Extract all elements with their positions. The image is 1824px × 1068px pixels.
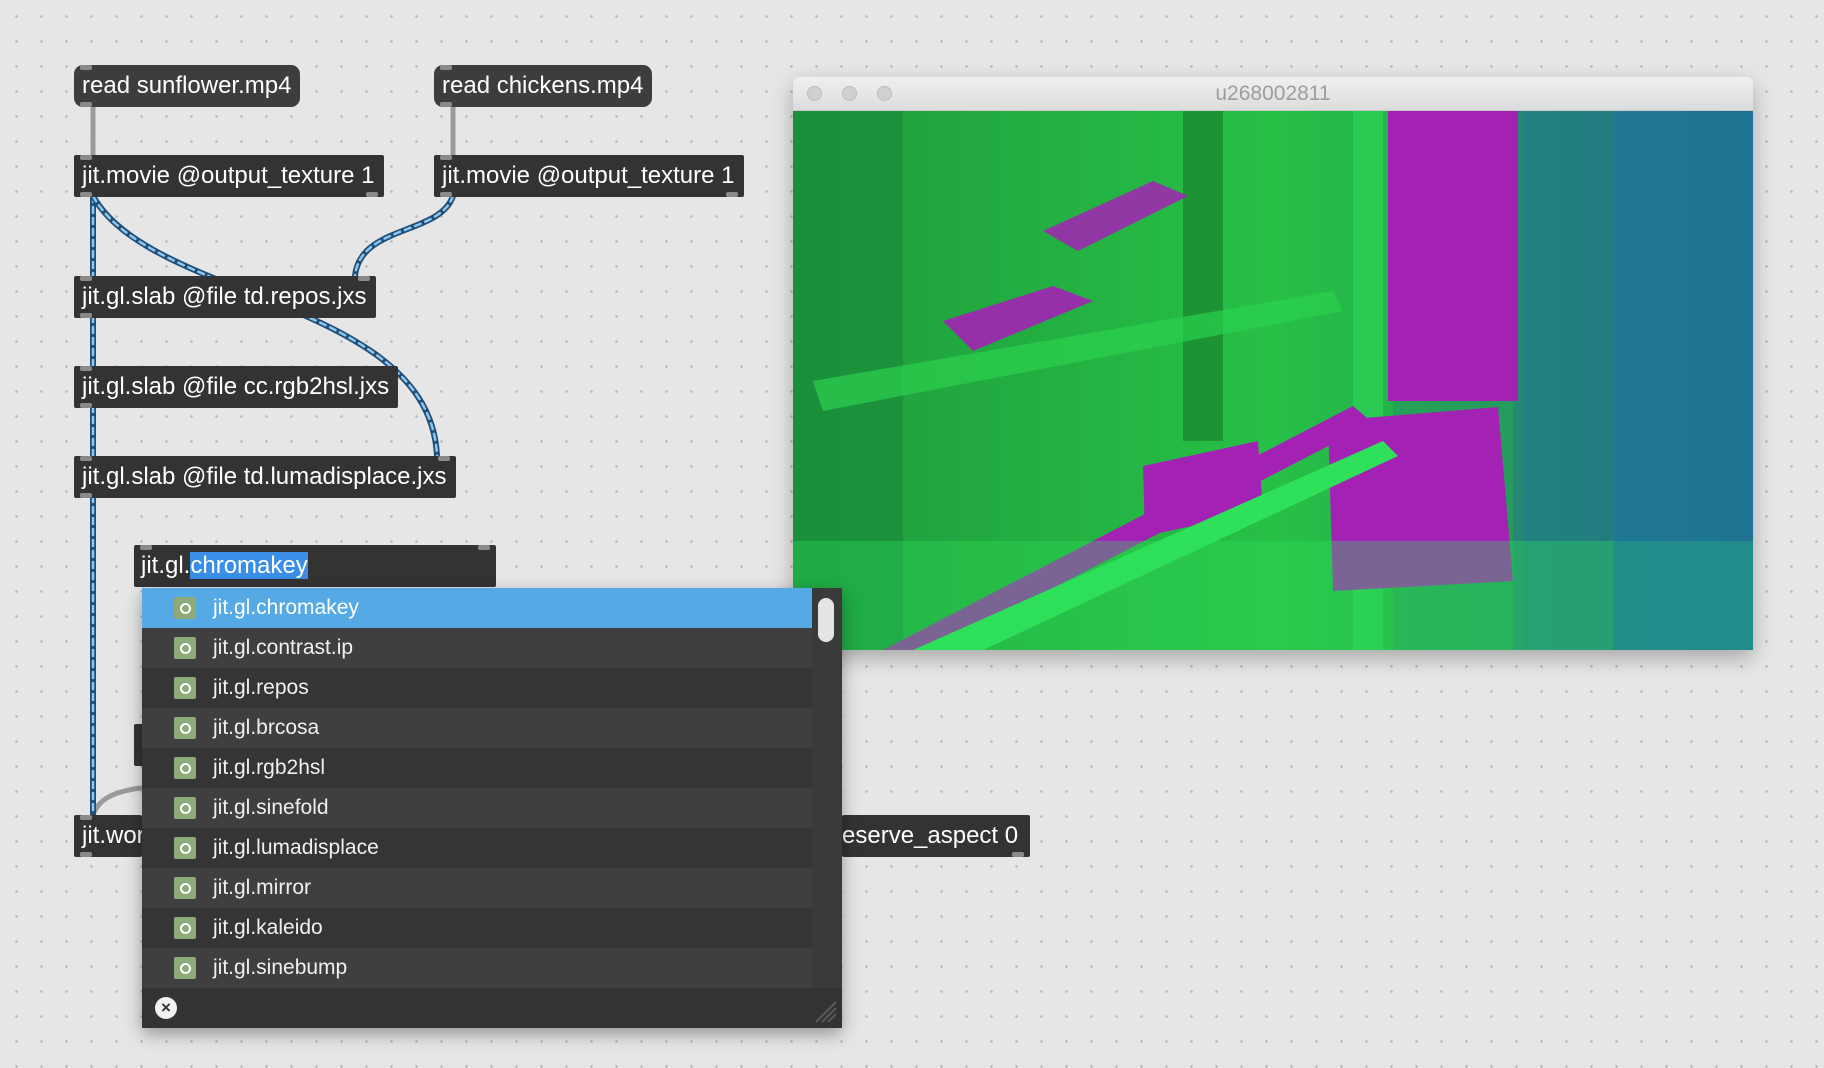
outlet[interactable] — [80, 493, 92, 498]
object-label: jit.gl.slab @file cc.rgb2hsl.jxs — [82, 373, 390, 400]
inlet[interactable] — [80, 815, 92, 820]
autocomplete-item[interactable]: jit.gl.rgb2hsl — [142, 748, 812, 788]
item-label: jit.gl.chromakey — [213, 596, 359, 619]
autocomplete-item[interactable]: jit.gl.chromakey — [142, 588, 812, 628]
object-label: jit.movie @output_texture 1 — [82, 162, 375, 189]
object-jit-world-left[interactable]: jit.wor — [74, 815, 142, 857]
autocomplete-popup[interactable]: jit.gl.chromakey jit.gl.contrast.ip jit.… — [142, 588, 842, 1028]
object-being-edited[interactable]: jit.gl.chromakey — [134, 545, 496, 587]
object-jit-movie-2[interactable]: jit.movie @output_texture 1 — [434, 155, 744, 197]
message-read-sunflower[interactable]: read sunflower.mp4 — [74, 65, 300, 107]
inlet[interactable] — [80, 366, 92, 371]
message-label: read chickens.mp4 — [442, 72, 644, 99]
object-jit-world-right[interactable]: eserve_aspect 0 — [842, 815, 1030, 857]
autocomplete-item[interactable]: jit.gl.sinebump — [142, 948, 812, 988]
item-label: jit.gl.contrast.ip — [213, 636, 354, 659]
object-icon — [174, 957, 196, 979]
object-icon — [174, 597, 196, 619]
outlet[interactable] — [80, 403, 92, 408]
object-slab-lumadisplace[interactable]: jit.gl.slab @file td.lumadisplace.jxs — [74, 456, 456, 498]
message-label: read sunflower.mp4 — [82, 72, 292, 99]
message-read-chickens[interactable]: read chickens.mp4 — [434, 65, 652, 107]
autocomplete-list[interactable]: jit.gl.chromakey jit.gl.contrast.ip jit.… — [142, 588, 812, 988]
outlet[interactable] — [440, 102, 452, 107]
inlet[interactable] — [80, 155, 92, 160]
item-label: jit.gl.sinebump — [213, 956, 348, 979]
popup-footer: × — [142, 988, 842, 1028]
object-icon — [174, 677, 196, 699]
item-label: jit.gl.kaleido — [213, 916, 323, 939]
selected-text: chromakey — [190, 552, 308, 579]
item-label: jit.gl.rgb2hsl — [213, 756, 326, 779]
object-slab-repos[interactable]: jit.gl.slab @file td.repos.jxs — [74, 276, 376, 318]
object-icon — [174, 637, 196, 659]
autocomplete-item[interactable]: jit.gl.contrast.ip — [142, 628, 812, 668]
object-icon — [174, 837, 196, 859]
inlet[interactable] — [358, 276, 370, 281]
item-label: jit.gl.lumadisplace — [213, 836, 379, 859]
item-label: jit.gl.sinefold — [213, 796, 329, 819]
window-titlebar[interactable]: u268002811 — [793, 77, 1753, 111]
outlet[interactable] — [366, 192, 378, 197]
inlet[interactable] — [478, 545, 490, 550]
outlet[interactable] — [80, 192, 92, 197]
inlet[interactable] — [80, 276, 92, 281]
object-label: eserve_aspect 0 — [842, 822, 1019, 849]
object-label: jit.gl.slab @file td.repos.jxs — [82, 283, 367, 310]
render-canvas — [793, 111, 1753, 650]
outlet[interactable] — [726, 192, 738, 197]
autocomplete-item[interactable]: jit.gl.repos — [142, 668, 812, 708]
outlet[interactable] — [80, 102, 92, 107]
outlet[interactable] — [440, 192, 452, 197]
object-label: jit.wor — [82, 822, 142, 849]
object-jit-movie-1[interactable]: jit.movie @output_texture 1 — [74, 155, 384, 197]
resize-grip-icon[interactable] — [812, 998, 838, 1024]
autocomplete-item[interactable]: jit.gl.brcosa — [142, 708, 812, 748]
autocomplete-item[interactable]: jit.gl.mirror — [142, 868, 812, 908]
outlet[interactable] — [1012, 852, 1024, 857]
inlet[interactable] — [140, 545, 152, 550]
object-icon — [174, 877, 196, 899]
object-label: jit.movie @output_texture 1 — [442, 162, 735, 189]
object-icon — [174, 917, 196, 939]
inlet[interactable] — [440, 65, 452, 70]
inlet[interactable] — [80, 456, 92, 461]
autocomplete-item[interactable]: jit.gl.kaleido — [142, 908, 812, 948]
autocomplete-item[interactable]: jit.gl.lumadisplace — [142, 828, 812, 868]
inlet[interactable] — [438, 456, 450, 461]
popup-scrollbar[interactable] — [818, 598, 834, 642]
object-label: jit.gl.slab @file td.lumadisplace.jxs — [82, 463, 447, 490]
inlet[interactable] — [440, 155, 452, 160]
item-label: jit.gl.repos — [213, 676, 309, 699]
window-title: u268002811 — [1215, 82, 1331, 105]
inlet[interactable] — [80, 65, 92, 70]
object-icon — [174, 797, 196, 819]
autocomplete-item[interactable]: jit.gl.sinefold — [142, 788, 812, 828]
cord-to-world — [90, 785, 143, 818]
item-label: jit.gl.brcosa — [213, 716, 320, 739]
object-icon — [174, 717, 196, 739]
typed-text: jit.gl. — [141, 552, 191, 579]
outlet[interactable] — [80, 852, 92, 857]
outlet[interactable] — [80, 313, 92, 318]
object-icon — [174, 757, 196, 779]
render-window[interactable]: u268002811 — [793, 77, 1753, 650]
object-slab-rgb2hsl[interactable]: jit.gl.slab @file cc.rgb2hsl.jxs — [74, 366, 398, 408]
close-icon[interactable]: × — [155, 997, 177, 1019]
item-label: jit.gl.mirror — [213, 876, 311, 899]
